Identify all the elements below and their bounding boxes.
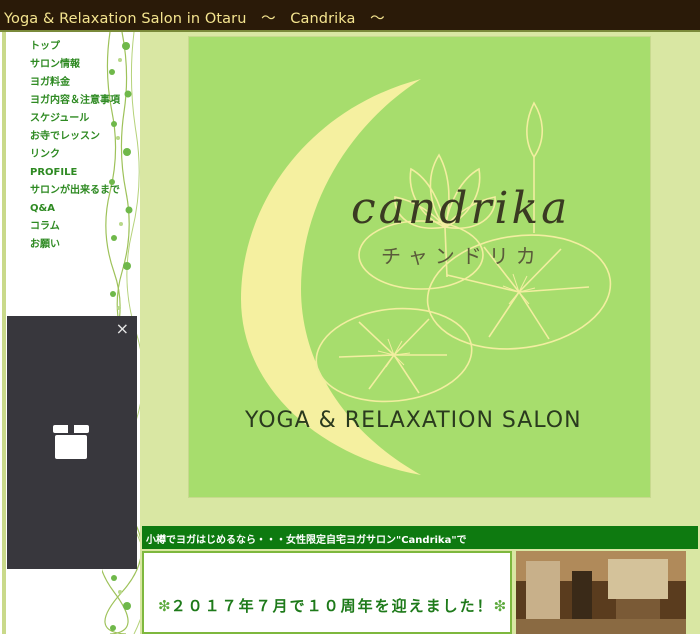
sidebar-item-qa[interactable]: Q&A (30, 197, 120, 215)
sidebar-item-request[interactable]: お願い (30, 233, 120, 251)
sidebar-item-salon-info[interactable]: サロン情報 (30, 53, 120, 71)
logo-artwork: candrika チャンドリカ YOGA & RELAXATION SALON (241, 79, 612, 475)
nav-link[interactable]: PROFILE (30, 167, 77, 178)
nav-link[interactable]: リンク (30, 149, 60, 160)
nav-link[interactable]: Q&A (30, 203, 55, 214)
announcement-box: ❇２０１７年７月で１０周年を迎えました！❇ (142, 551, 512, 634)
nav-link[interactable]: ヨガ内容＆注意事項 (30, 95, 120, 106)
flower-icon: ❇ (158, 597, 171, 615)
gift-icon[interactable] (51, 422, 91, 462)
site-header: Yoga & Relaxation Salon in Otaru ～ Candr… (0, 0, 700, 32)
nav-link[interactable]: ヨガ料金 (30, 77, 70, 88)
nav-link[interactable]: スケジュール (30, 113, 89, 124)
sidebar-item-top[interactable]: トップ (30, 35, 120, 53)
sidebar-item-salon-story[interactable]: サロンが出来るまで (30, 179, 120, 197)
logo-banner: candrika チャンドリカ YOGA & RELAXATION SALON (188, 36, 651, 498)
sidebar-item-column[interactable]: コラム (30, 215, 120, 233)
brand-tagline: YOGA & RELAXATION SALON (244, 408, 582, 433)
nav-link[interactable]: コラム (30, 221, 60, 232)
sidebar-item-temple-lesson[interactable]: お寺でレッスン (30, 125, 120, 143)
close-icon[interactable]: × (116, 319, 129, 338)
anniversary-headline: ❇２０１７年７月で１０周年を迎えました！❇ (158, 595, 506, 616)
brand-katakana: チャンドリカ (381, 244, 543, 268)
site-title: Yoga & Relaxation Salon in Otaru ～ Candr… (4, 11, 385, 27)
sidebar-item-yoga-price[interactable]: ヨガ料金 (30, 71, 120, 89)
sidebar-item-schedule[interactable]: スケジュール (30, 107, 120, 125)
nav-link[interactable]: お願い (30, 239, 60, 250)
sidebar-item-profile[interactable]: PROFILE (30, 161, 120, 179)
nav-link[interactable]: サロンが出来るまで (30, 185, 120, 196)
sidebar-edge (2, 32, 6, 634)
sidebar-nav: トップ サロン情報 ヨガ料金 ヨガ内容＆注意事項 スケジュール お寺でレッスン … (30, 35, 120, 251)
overlay-popup: × (7, 316, 137, 569)
caption-bar: 小樽でヨガはじめるなら・・・女性限定自宅ヨガサロン"Candrika"で (142, 526, 698, 549)
headline-text: ２０１７年７月で１０周年を迎えました！ (170, 597, 494, 615)
nav-link[interactable]: お寺でレッスン (30, 131, 100, 142)
sidebar-item-links[interactable]: リンク (30, 143, 120, 161)
caption-text: 小樽でヨガはじめるなら・・・女性限定自宅ヨガサロン"Candrika"で (146, 535, 467, 546)
brand-name: candrika (351, 183, 570, 234)
nav-link[interactable]: トップ (30, 41, 60, 52)
nav-link[interactable]: サロン情報 (30, 59, 80, 70)
sidebar-item-yoga-content[interactable]: ヨガ内容＆注意事項 (30, 89, 120, 107)
salon-photo (516, 551, 686, 634)
flower-icon: ❇ (493, 597, 507, 615)
